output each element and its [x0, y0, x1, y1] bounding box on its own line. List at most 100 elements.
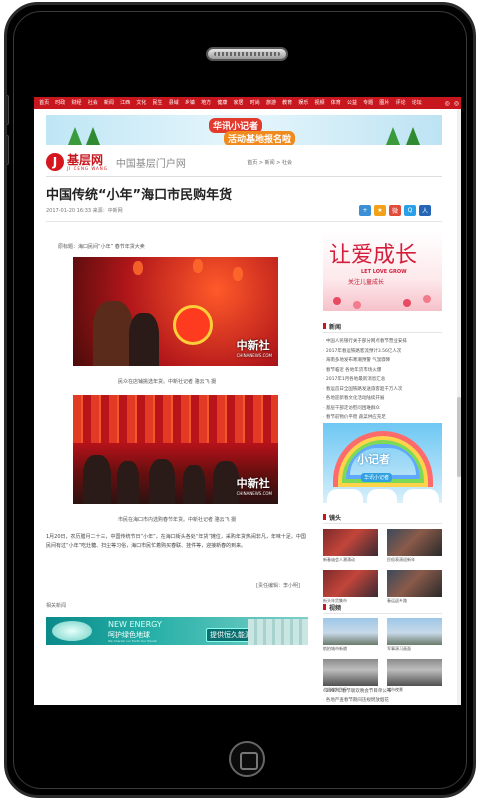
share-renren-icon[interactable]: 人 [419, 205, 431, 216]
breadcrumb[interactable]: 首页 > 新闻 > 社会 [247, 159, 292, 166]
ad2-sub: 华讯小记者 [361, 473, 393, 482]
circle-icon[interactable]: ◎ [445, 100, 450, 107]
volume-up-button[interactable] [7, 95, 9, 125]
nav-item[interactable]: 教育 [279, 97, 295, 109]
nav-item[interactable]: 公益 [344, 97, 360, 109]
browser-screen: 首页 时政 财经 社会 新闻 江西 文化 民生 县域 乡镇 地方 健康 家居 时尚 旅游 教育 娱乐 视频 体育 公益… [34, 97, 461, 705]
thumb-image [323, 570, 378, 597]
ad-sub: We Cherish our Earth Our Planet [108, 639, 157, 643]
person-shape [93, 301, 133, 366]
meta-divider [46, 221, 442, 222]
article-photo-2[interactable]: 中新社 CHINANEWS.COM [73, 395, 278, 504]
phone-frame: 首页 时政 财经 社会 新闻 江西 文化 民生 县域 乡镇 地方 健康 家居 时尚 旅游 教育 娱乐 视频 体育 公益… [4, 2, 476, 798]
section-divider [323, 332, 442, 333]
nav-item[interactable]: 健康 [214, 97, 230, 109]
right-ad-reporter[interactable]: 小记者 华讯小记者 [323, 423, 442, 503]
portal-name: 中国基层门户网 [115, 158, 186, 170]
couplets-pattern [73, 395, 278, 443]
circle-icon[interactable]: ◎ [454, 100, 459, 107]
news-item[interactable]: 各地严查春节期间违规燃放烟花 [323, 696, 442, 705]
nav-item[interactable]: 论坛 [409, 97, 425, 109]
thumb-caption: 新春庙会人潮涌动 [323, 557, 355, 562]
photo-thumb[interactable]: 新春庙会人潮涌动 [323, 529, 378, 563]
share-plus-icon[interactable]: + [359, 205, 371, 216]
nav-item[interactable]: 时尚 [247, 97, 263, 109]
tree-icon [68, 127, 82, 145]
news-item[interactable]: 春节前物价平稳 蔬菜供应充足 [323, 413, 442, 423]
nav-item[interactable]: 地方 [198, 97, 214, 109]
thumb-image [323, 659, 378, 686]
nav-item[interactable]: 旅游 [263, 97, 279, 109]
thumb-image [387, 659, 442, 686]
news-item[interactable]: 2017年春节联欢晚会节目单公布 [323, 687, 442, 696]
news-item[interactable]: 春节临近 各地年货市场火爆 [323, 366, 442, 376]
share-star-icon[interactable]: ★ [374, 205, 386, 216]
video-thumb[interactable]: 航拍城市新貌 [323, 618, 378, 652]
article-photo-1[interactable]: 中新社 CHINANEWS.COM [73, 257, 278, 366]
thumb-image [387, 529, 442, 556]
lantern-shape [193, 259, 203, 273]
cloud-shape [367, 489, 397, 503]
nav-item[interactable]: 时政 [52, 97, 68, 109]
logo-en: JI CENG WANG [67, 165, 108, 171]
person-shape [83, 455, 111, 504]
news-item[interactable]: 2017年1月各地最新消息汇总 [323, 375, 442, 385]
flower-shape [353, 301, 361, 309]
thumb-caption: 春运返乡路 [387, 598, 407, 603]
nav-item[interactable]: 评论 [392, 97, 408, 109]
nav-item[interactable]: 民生 [149, 97, 165, 109]
photo-thumb[interactable]: 春运返乡路 [387, 570, 442, 604]
nav-item[interactable]: 家居 [230, 97, 246, 109]
nav-item[interactable]: 图片 [376, 97, 392, 109]
bottom-banner-ad[interactable]: NEW ENERGY 呵护绿色地球 We Cherish our Earth O… [46, 617, 308, 645]
tree-icon [86, 127, 100, 145]
news-item[interactable]: 各地迎新春文化活动陆续开展 [323, 394, 442, 404]
photo-watermark: 中新社 CHINANEWS.COM [236, 339, 272, 358]
nav-item[interactable]: 财经 [68, 97, 84, 109]
city-skyline [248, 619, 308, 645]
news-item[interactable]: 春运首日全国铁路发送旅客超千万人次 [323, 385, 442, 395]
news-item[interactable]: 海南多地发布寒潮预警 气温骤降 [323, 356, 442, 366]
news-section-title: 新闻 [323, 322, 341, 331]
lantern-shape [133, 261, 143, 275]
photo-caption-2: 市民在海口市内选购春节年货。中新社记者 骆云飞 摄 [118, 517, 237, 523]
photo-caption-1: 民众在店铺挑选年货。中新社记者 骆云飞 摄 [118, 379, 217, 385]
scrollbar-thumb[interactable] [457, 397, 461, 477]
photo-thumb[interactable]: 街头年货集市 [323, 570, 378, 604]
nav-item[interactable]: 文化 [133, 97, 149, 109]
nav-item[interactable]: 乡镇 [182, 97, 198, 109]
nav-item[interactable]: 体育 [328, 97, 344, 109]
nav-item[interactable]: 首页 [36, 97, 52, 109]
person-shape [183, 465, 205, 504]
video-grid: 航拍城市新貌 军事演习画面 战机编队飞行 城市夜景 [323, 618, 442, 693]
nav-item[interactable]: 娱乐 [295, 97, 311, 109]
nav-item[interactable]: 社会 [85, 97, 101, 109]
flower-shape [423, 295, 431, 303]
home-button[interactable] [229, 741, 265, 777]
news-item[interactable]: 中国人民银行关于部分网点春节营业安排 [323, 337, 442, 347]
person-shape [213, 461, 239, 504]
nav-item[interactable]: 县域 [166, 97, 182, 109]
right-ad-love[interactable]: 让爱成长 LET LOVE GROW 关注儿童成长 [323, 231, 442, 311]
cloud-shape [403, 489, 439, 503]
news-item[interactable]: 2017年春运铁路客流预计3.56亿人次 [323, 347, 442, 357]
ad1-title: 让爱成长 [329, 243, 418, 268]
photo-thumb[interactable]: 民俗表演迎新年 [387, 529, 442, 563]
globe-shape [52, 621, 92, 641]
share-qq-icon[interactable]: Q [404, 205, 416, 216]
nav-item[interactable]: 江西 [117, 97, 133, 109]
header-divider [46, 176, 442, 177]
nav-item[interactable]: 新闻 [101, 97, 117, 109]
share-weibo-icon[interactable]: 微 [389, 205, 401, 216]
tree-icon [386, 127, 400, 145]
nav-item[interactable]: 视频 [311, 97, 327, 109]
site-logo[interactable]: 基层网 JI CENG WANG [67, 154, 108, 171]
video-thumb[interactable]: 军事演习画面 [387, 618, 442, 652]
thumb-image [323, 529, 378, 556]
volume-down-button[interactable] [7, 135, 9, 165]
site-logo-icon[interactable]: J [46, 153, 64, 171]
news-item[interactable]: 基层干部走访慰问困难群众 [323, 404, 442, 414]
nav-item[interactable]: 专题 [360, 97, 376, 109]
flower-shape [333, 297, 341, 305]
top-banner-ad[interactable]: 华讯小记者 活动基地报名啦 [46, 115, 442, 145]
